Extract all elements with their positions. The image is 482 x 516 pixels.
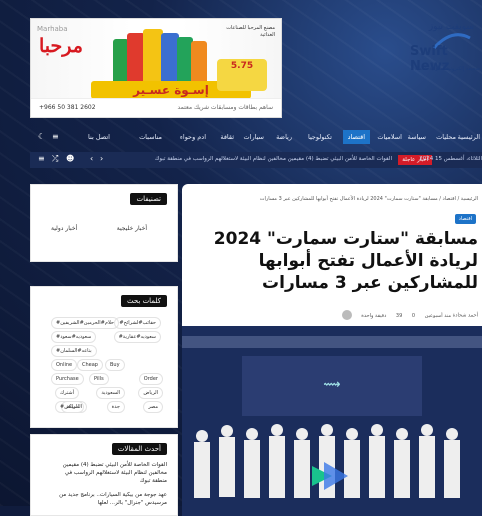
tag-item[interactable]: الرياض <box>138 387 163 399</box>
tag-item[interactable]: Cheap <box>77 359 103 371</box>
menu-icon[interactable]: ≡ <box>52 132 59 141</box>
nav-technology[interactable]: تكنولوجيا <box>308 133 332 141</box>
tag-item[interactable]: #حقائب#لشرائح <box>114 317 161 329</box>
category-badge[interactable]: اقتصاد <box>454 214 476 224</box>
article-featured-image: ⟿ <box>182 326 482 516</box>
tag-item[interactable]: السعودية <box>96 387 125 399</box>
nav-economy[interactable]: اقتصاد <box>342 130 370 144</box>
author-avatar <box>341 310 352 320</box>
ticker-date: الثلاثاء، أغسطس 15 2024 <box>419 156 482 162</box>
dark-mode-icon[interactable]: ☾ <box>38 132 45 141</box>
svg-text:⟿: ⟿ <box>323 377 340 391</box>
post-time: منذ أسبوعين <box>424 312 452 319</box>
tag-item[interactable]: أشترك <box>55 387 79 399</box>
nav-occasions[interactable]: مناسبات <box>139 133 162 141</box>
ad-brand-en: Marhaba <box>37 25 68 33</box>
views-count: 39 <box>395 312 403 319</box>
nav-sports[interactable]: رياضة <box>276 133 292 141</box>
ad-company-info: مصنع المرحبا للصناعات الغذائية <box>226 25 275 38</box>
shuffle-icon[interactable]: ⤮ <box>52 154 58 164</box>
categories-title: تصنيفات <box>130 193 167 205</box>
tag-item[interactable]: #سعوديه#سعود <box>51 331 97 343</box>
tag-item[interactable]: #سعوديه#عقارية <box>113 331 161 343</box>
latest-article-item[interactable]: عهد جوجة من بيكية السيارات.. برنامج جديد… <box>49 491 167 507</box>
nav-local[interactable]: محليات <box>436 133 456 141</box>
nav-politics[interactable]: سياسة <box>408 133 426 141</box>
tag-item[interactable]: Purchase <box>51 373 84 385</box>
main-navigation: الرئيسية محليات سياسة اسلاميات اقتصاد تك… <box>30 130 482 150</box>
ad-price: 5.75 <box>217 59 267 91</box>
tag-item[interactable]: Order <box>138 373 163 385</box>
nav-cars[interactable]: سيارات <box>244 133 264 141</box>
logo-arabic: سويفت نيوز <box>428 22 474 32</box>
ticker-headline[interactable]: القوات الخاصة للأمن البيئي تضبط (4) مقيم… <box>155 156 392 162</box>
latest-article-item[interactable]: القوات الخاصة للأمن البيئي تضبط (4) مقيم… <box>49 461 167 485</box>
tag-item[interactable]: Online <box>51 359 78 371</box>
latest-title: أحدث المقالات <box>111 443 167 455</box>
author-name[interactable]: أحمد شحادة <box>453 313 478 319</box>
article-meta: أحمد شحادة منذ أسبوعين 0 39 دقيقة واحدة <box>341 310 478 320</box>
article-card: الرئيسية / اقتصاد / مسابقة "ستارت سمارت"… <box>182 184 482 516</box>
latest-articles-widget: أحدث المقالات القوات الخاصة للأمن البيئي… <box>30 434 178 516</box>
menu-icon[interactable]: ≡ <box>38 154 45 163</box>
ad-brand: مرحبا <box>39 35 83 57</box>
category-gulf[interactable]: أخبار خليجية <box>117 225 147 232</box>
tag-item[interactable]: #حلام#الحرمين#الشريفين <box>51 317 120 329</box>
tag-item[interactable]: جدة <box>106 401 125 413</box>
breadcrumb[interactable]: الرئيسية / اقتصاد / مسابقة "ستارت سمارت"… <box>260 196 478 202</box>
logo-subtitle: صحيفة إلكترونية سعودية شاملة <box>414 66 480 72</box>
category-international[interactable]: أخبار دولية <box>51 225 77 232</box>
categories-widget: تصنيفات أخبار خليجية أخبار دولية <box>30 184 178 262</box>
tag-item[interactable]: مصر <box>143 401 163 413</box>
advertisement-banner[interactable]: Marhaba مرحبا إسـوة عسـير مصنع المرحبا ل… <box>30 18 282 118</box>
nav-islamic[interactable]: اسلاميات <box>377 133 402 141</box>
ticker-prev-icon[interactable]: ‹ <box>90 154 93 163</box>
ticker-next-icon[interactable]: › <box>100 154 103 163</box>
user-icon[interactable]: ☻ <box>66 154 74 163</box>
keywords-widget: كلمات بحث #حقائب#لشرائح #حلام#الحرمين#ال… <box>30 286 178 428</box>
ad-footer-text: ساهم بطاقات ومسابقات شريك معتمد <box>177 104 273 111</box>
ad-phone: +966 50 381 2602 <box>39 104 96 111</box>
nav-contact[interactable]: اتصل بنا <box>88 133 110 141</box>
event-photo-illustration: ⟿ <box>182 326 482 516</box>
article-title: مسابقة "ستارت سمارت" 2024 لريادة الأعمال… <box>213 229 478 293</box>
ad-footer: +966 50 381 2602 ساهم بطاقات ومسابقات شر… <box>31 98 281 117</box>
nav-adam-eve[interactable]: ادم وحواء <box>180 133 206 141</box>
keywords-title: كلمات بحث <box>121 295 167 307</box>
breaking-news-bar: ≡ ⤮ ☻ ‹ › القوات الخاصة للأمن البيئي تضب… <box>30 152 482 168</box>
nav-culture[interactable]: ثقافة <box>220 133 234 141</box>
tag-item[interactable]: Buy <box>105 359 125 371</box>
comments-count[interactable]: 0 <box>412 313 415 319</box>
ad-body: Marhaba مرحبا إسـوة عسـير مصنع المرحبا ل… <box>31 19 281 99</box>
site-logo[interactable]: سويفت نيوز Swift Newz صحيفة إلكترونية سع… <box>410 20 482 80</box>
nav-home[interactable]: الرئيسية <box>458 133 480 141</box>
tag-item[interactable]: #بتاعه#السلمان <box>51 345 97 357</box>
read-time: دقيقة واحدة <box>361 312 387 319</box>
tag-item[interactable]: Pills <box>89 373 109 385</box>
tag-item[interactable]: #الرياض <box>55 401 84 413</box>
